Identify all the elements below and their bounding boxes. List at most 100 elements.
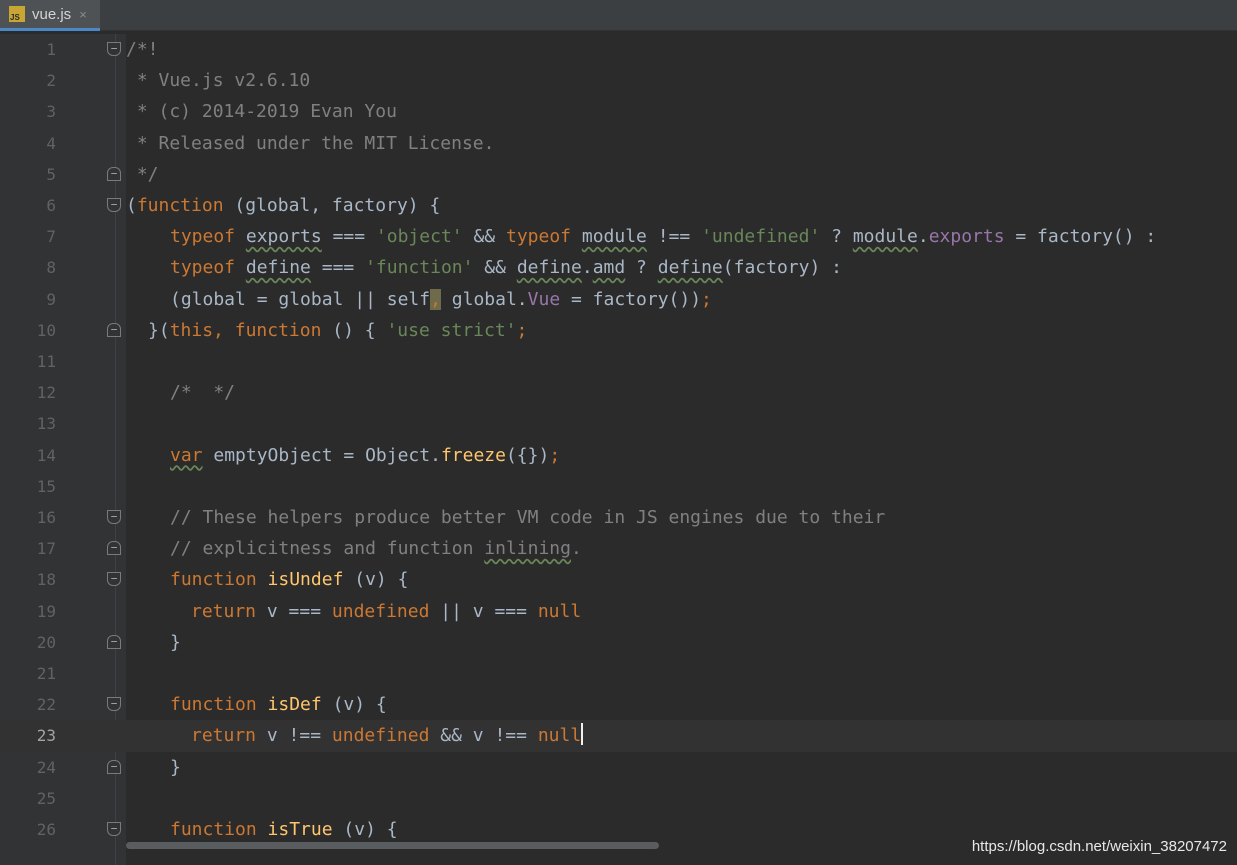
line-number: 22 <box>36 695 56 715</box>
tab-vue-js[interactable]: vue.js × <box>0 0 100 31</box>
fold-open-icon[interactable]: − <box>107 822 121 836</box>
keyword-token: return <box>191 600 257 622</box>
code-line[interactable]: 14 var emptyObject = Object.freeze({}); <box>0 440 1237 471</box>
code-line[interactable]: 1 − /*! <box>0 34 1237 65</box>
token: !== <box>646 226 702 248</box>
code-line[interactable]: 18 − function isUndef (v) { <box>0 564 1237 595</box>
text-caret <box>581 723 584 746</box>
line-number: 9 <box>46 289 56 309</box>
line-number: 17 <box>36 539 56 559</box>
code-text: function isUndef (v) { <box>170 564 408 595</box>
horizontal-scrollbar[interactable] <box>126 842 659 849</box>
fold-close-icon[interactable]: − <box>107 322 121 337</box>
code-line[interactable]: 2 * Vue.js v2.6.10 <box>0 65 1237 96</box>
token: . <box>917 226 929 248</box>
code-line[interactable]: 21 <box>0 658 1237 689</box>
line-number: 26 <box>36 820 56 839</box>
code-line[interactable]: 19 return v === undefined || v === null <box>0 596 1237 627</box>
line-number: 19 <box>36 601 56 621</box>
tab-filename: vue.js <box>32 5 72 23</box>
function-token: isTrue <box>267 819 333 840</box>
code-line[interactable]: 7 typeof exports === 'object' && typeof … <box>0 221 1237 252</box>
code-line[interactable]: 22 − function isDef (v) { <box>0 689 1237 720</box>
code-line[interactable]: 13 <box>0 408 1237 439</box>
code-line[interactable]: 16 − // These helpers produce better VM … <box>0 502 1237 533</box>
token: emptyObject = Object. <box>202 444 441 466</box>
code-line[interactable]: 17 − // explicitness and function inlini… <box>0 533 1237 564</box>
current-code-line[interactable]: 23 return v !== undefined && v !== null <box>0 720 1237 752</box>
keyword-token: typeof <box>505 226 572 248</box>
code-line[interactable]: 9 (global = global || self, global.Vue =… <box>0 284 1237 315</box>
property-token: Vue <box>527 288 561 310</box>
line-number: 23 <box>36 726 56 746</box>
code-text: // explicitness and function inlining. <box>170 533 582 564</box>
code-line[interactable]: 3 * (c) 2014-2019 Evan You <box>0 96 1237 127</box>
string-token: 'use strict' <box>386 319 517 341</box>
code-line[interactable]: 5 − */ <box>0 159 1237 190</box>
fold-close-icon[interactable]: − <box>107 634 121 649</box>
token: amd <box>592 257 626 279</box>
close-tab-icon[interactable]: × <box>79 7 87 22</box>
code-line[interactable]: 4 * Released under the MIT License. <box>0 128 1237 159</box>
code-line[interactable]: 20 − } <box>0 627 1237 658</box>
keyword-token: var <box>170 444 203 466</box>
fold-open-icon[interactable]: − <box>107 198 121 212</box>
line-number: 25 <box>36 788 56 808</box>
code-line[interactable]: 6 − (function (global, factory) { <box>0 190 1237 221</box>
token: global. <box>440 288 528 310</box>
token: ? <box>625 257 658 279</box>
code-line[interactable]: 10 − }(this, function () { 'use strict'; <box>0 315 1237 346</box>
token: ( <box>126 195 137 216</box>
line-number: 4 <box>46 133 56 153</box>
line-number: 14 <box>36 445 56 465</box>
fold-open-icon[interactable]: − <box>107 42 121 56</box>
code-text: typeof define === 'function' && define.a… <box>170 252 842 283</box>
token: . <box>581 257 593 279</box>
function-token: isUndef <box>267 569 344 591</box>
line-number: 16 <box>36 508 56 527</box>
code-line[interactable]: 11 <box>0 346 1237 377</box>
code-text: typeof exports === 'object' && typeof mo… <box>170 221 1156 252</box>
fold-open-icon[interactable]: − <box>107 510 121 524</box>
code-line[interactable]: 12 /* */ <box>0 377 1237 408</box>
keyword-token: typeof <box>170 226 236 248</box>
fold-open-icon[interactable]: − <box>107 697 121 712</box>
keyword-token: this <box>169 319 214 341</box>
line-number: 2 <box>46 71 56 91</box>
fold-close-icon[interactable]: − <box>107 166 121 181</box>
code-text: * (c) 2014-2019 Evan You <box>126 101 397 123</box>
code-line[interactable]: 8 typeof define === 'function' && define… <box>0 252 1237 283</box>
token: v !== <box>256 725 332 747</box>
token: = factory()) <box>560 288 702 310</box>
token: () { <box>321 319 387 341</box>
token: ; <box>516 319 528 341</box>
code-text: var emptyObject = Object.freeze({}); <box>170 440 560 471</box>
code-text: function isDef (v) { <box>170 689 387 720</box>
fold-close-icon[interactable]: − <box>107 759 121 774</box>
token: define <box>516 257 582 279</box>
line-number: 6 <box>46 196 56 215</box>
code-text: return v === undefined || v === null <box>191 596 581 627</box>
fold-open-icon[interactable]: − <box>107 572 121 587</box>
token: ; <box>549 444 561 466</box>
token: (v) { <box>343 569 409 591</box>
code-line[interactable]: 24 − } <box>0 752 1237 783</box>
token: (v) { <box>321 694 387 716</box>
fold-close-icon[interactable]: − <box>107 541 121 556</box>
js-file-icon <box>9 6 25 22</box>
code-line[interactable]: 25 <box>0 783 1237 814</box>
keyword-token: function <box>170 569 257 591</box>
keyword-token: function <box>234 319 322 341</box>
code-line[interactable]: 15 <box>0 471 1237 502</box>
property-token: exports <box>928 226 1005 248</box>
line-number: 11 <box>36 352 56 371</box>
token: === <box>310 257 366 279</box>
code-text: /* */ <box>170 382 236 404</box>
line-number: 7 <box>46 227 56 247</box>
token: // explicitness and function <box>170 538 485 560</box>
code-text: * Released under the MIT License. <box>126 132 495 154</box>
keyword-token: function <box>170 819 257 840</box>
code-editor[interactable]: 1 − /*! 2 * Vue.js v2.6.10 3 * (c) 2014-… <box>0 34 1237 865</box>
